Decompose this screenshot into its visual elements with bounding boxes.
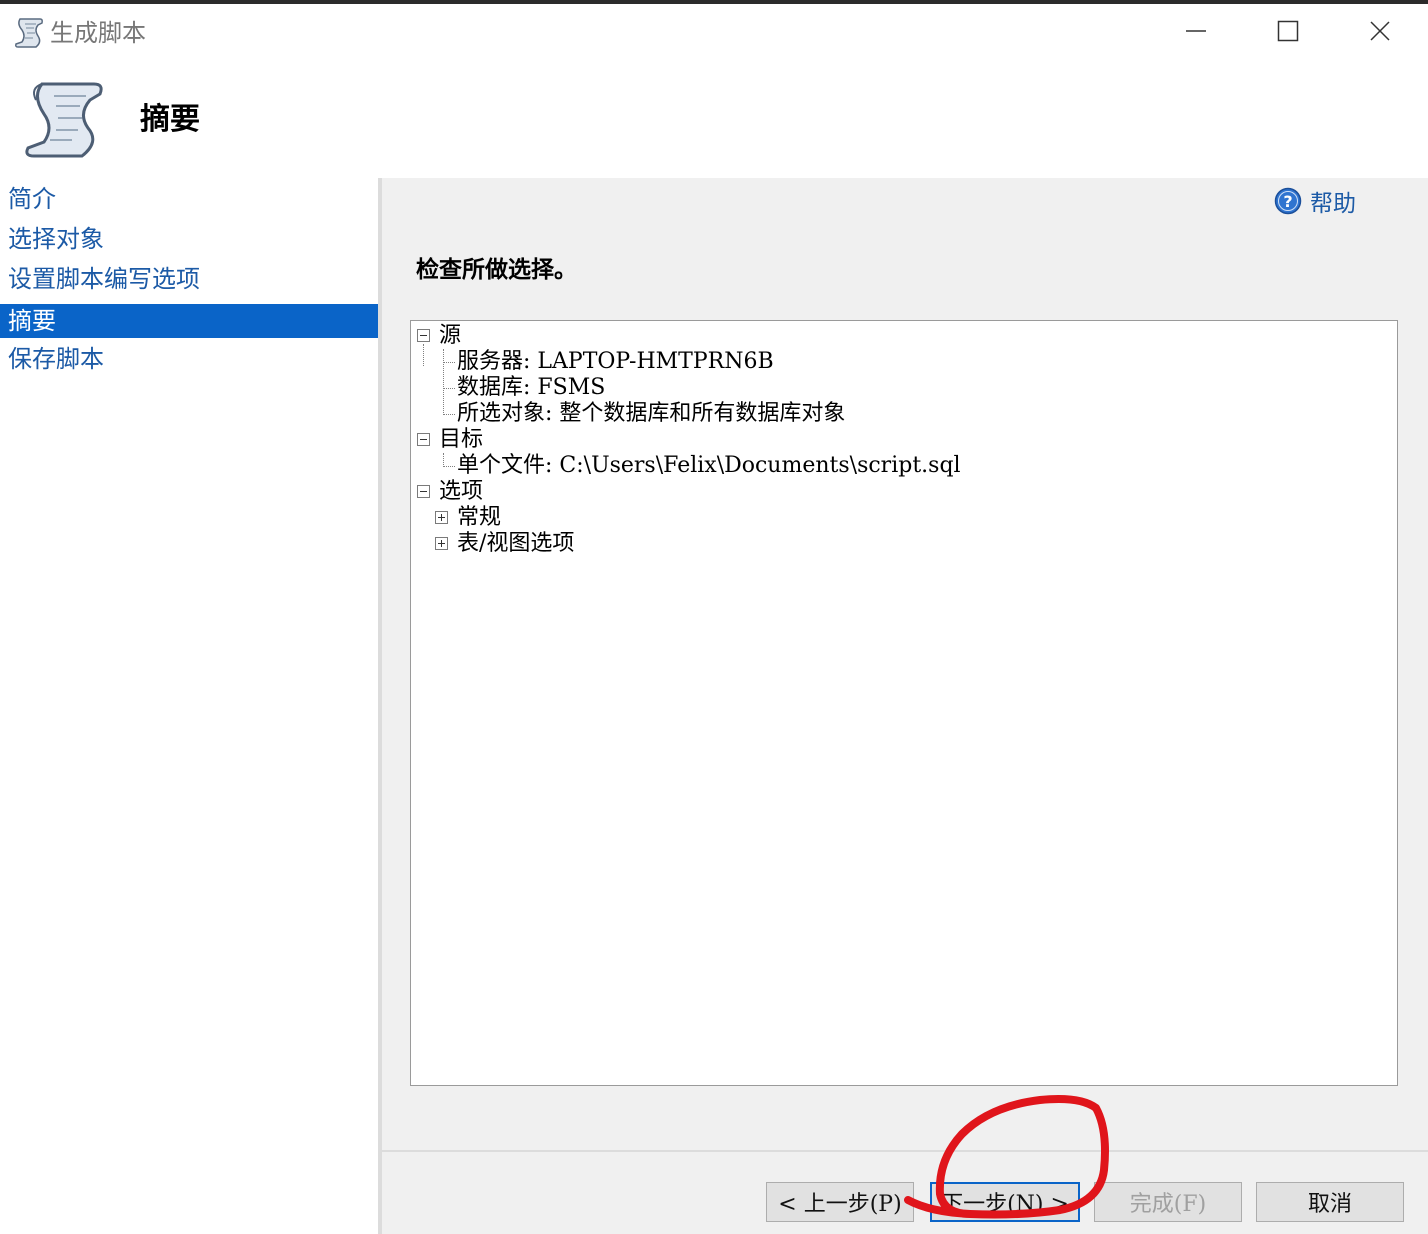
review-heading: 检查所做选择。	[416, 256, 577, 283]
minimize-button[interactable]	[1150, 4, 1242, 58]
nav-item-save-script[interactable]: 保存脚本	[0, 342, 378, 376]
tree-connector	[443, 388, 455, 389]
tree-connector	[443, 362, 455, 363]
nav-item-select-objects[interactable]: 选择对象	[0, 222, 378, 256]
help-label: 帮助	[1310, 191, 1356, 217]
tree-node-label: 源	[439, 323, 462, 348]
tree-node-label: 常规	[457, 505, 502, 530]
tree-node-target[interactable]: 目标	[417, 427, 483, 453]
tree-leaf-database: 数据库: FSMS	[457, 375, 606, 400]
tree-connector	[443, 453, 444, 467]
svg-text:?: ?	[1283, 192, 1292, 211]
tree-node-label: 目标	[439, 427, 484, 452]
page-title: 摘要	[140, 102, 200, 137]
collapse-icon[interactable]	[417, 485, 430, 498]
tree-connector	[443, 414, 455, 415]
close-button[interactable]	[1334, 4, 1426, 58]
collapse-icon[interactable]	[417, 329, 430, 342]
help-link[interactable]: ? 帮助	[1274, 184, 1356, 218]
wizard-button-bar: < 上一步(P) 下一步(N) > 完成(F) 取消	[382, 1150, 1428, 1234]
next-button[interactable]: 下一步(N) >	[930, 1182, 1080, 1222]
window-title: 生成脚本	[50, 19, 146, 47]
expand-icon[interactable]	[435, 537, 448, 550]
tree-node-source[interactable]: 源	[417, 323, 461, 349]
wizard-nav: 简介 选择对象 设置脚本编写选项 摘要 保存脚本	[0, 178, 380, 1234]
previous-button[interactable]: < 上一步(P)	[766, 1182, 914, 1222]
content-panel: ? 帮助 检查所做选择。 源 服务器: LAPTOP-HMTPRN6B 数据库:…	[382, 178, 1428, 1150]
collapse-icon[interactable]	[417, 433, 430, 446]
wizard-header: 摘要	[0, 58, 1428, 178]
tree-node-options[interactable]: 选项	[417, 479, 483, 505]
minimize-icon	[1186, 30, 1206, 32]
tree-leaf-single-file: 单个文件: C:\Users\Felix\Documents\script.sq…	[457, 453, 961, 478]
expand-icon[interactable]	[435, 511, 448, 524]
close-icon	[1370, 21, 1390, 41]
summary-tree[interactable]: 源 服务器: LAPTOP-HMTPRN6B 数据库: FSMS 所选对象: 整…	[410, 320, 1398, 1086]
tree-connector	[443, 466, 455, 467]
nav-item-summary[interactable]: 摘要	[0, 304, 378, 338]
finish-button: 完成(F)	[1094, 1182, 1242, 1222]
maximize-button[interactable]	[1242, 4, 1334, 58]
nav-item-scripting-options[interactable]: 设置脚本编写选项	[0, 262, 378, 296]
help-icon: ?	[1274, 187, 1302, 215]
maximize-icon	[1277, 20, 1299, 42]
cancel-button[interactable]: 取消	[1256, 1182, 1404, 1222]
tree-node-table-view-options[interactable]: 表/视图选项	[435, 531, 574, 557]
tree-leaf-server: 服务器: LAPTOP-HMTPRN6B	[457, 349, 774, 374]
tree-node-label: 选项	[439, 479, 484, 504]
script-scroll-icon	[15, 18, 43, 48]
tree-leaf-selected-objects: 所选对象: 整个数据库和所有数据库对象	[457, 401, 846, 426]
tree-node-general[interactable]: 常规	[435, 505, 501, 531]
nav-item-intro[interactable]: 简介	[0, 182, 378, 216]
tree-connector	[443, 349, 444, 415]
tree-node-label: 表/视图选项	[457, 531, 575, 556]
script-scroll-icon	[25, 82, 103, 158]
